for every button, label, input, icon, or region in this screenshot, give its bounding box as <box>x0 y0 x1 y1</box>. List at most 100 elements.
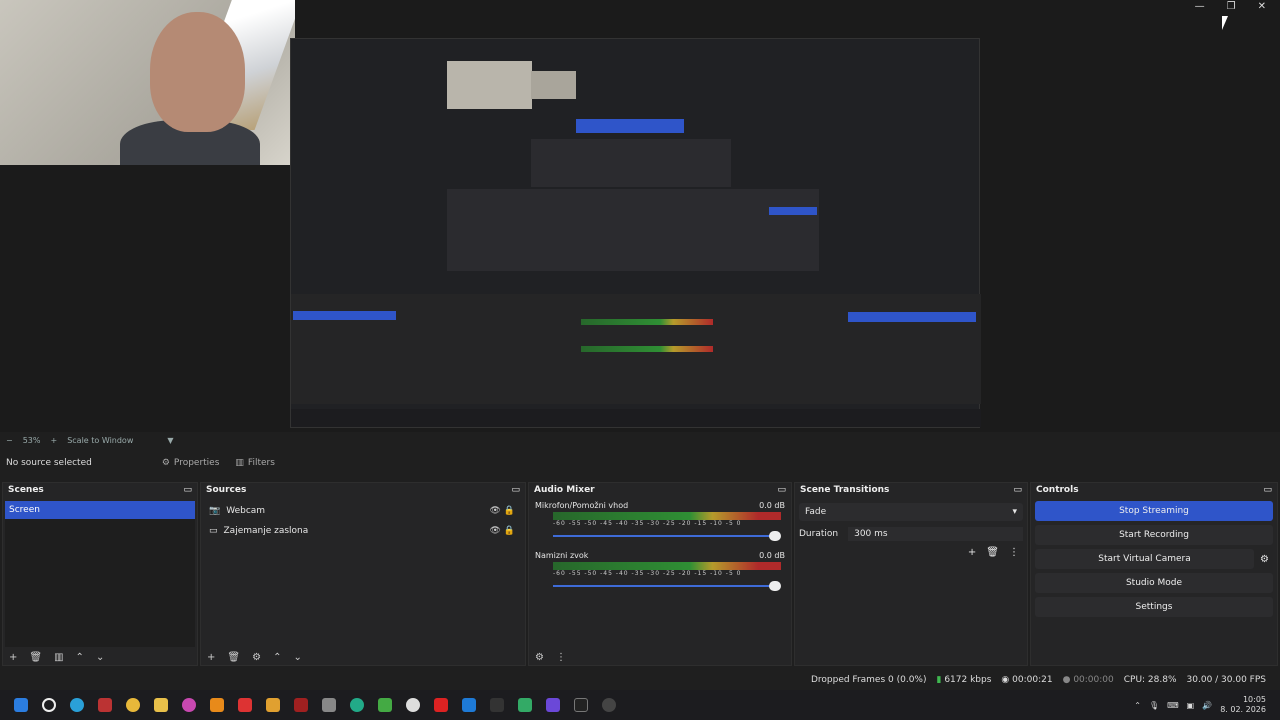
scenes-dock: Scenes ▭ Screen + 🗑 ▥ ⌃ ⌄ <box>2 482 198 666</box>
app-icon[interactable] <box>406 698 420 712</box>
dock-title: Scenes <box>8 485 44 495</box>
webcam-feed <box>0 0 295 165</box>
transition-select[interactable]: Fade ▾ <box>799 503 1023 521</box>
meter-ticks: -60 -55 -50 -45 -40 -35 -30 -25 -20 -15 … <box>553 570 742 577</box>
undock-icon[interactable]: ▭ <box>777 485 786 495</box>
app-icon[interactable] <box>294 698 308 712</box>
volume-icon[interactable]: 🔊 <box>1202 701 1212 710</box>
network-icon[interactable]: ▣ <box>1187 701 1195 710</box>
chevron-up-icon[interactable]: ⌃ <box>1134 701 1141 710</box>
volume-slider[interactable] <box>553 531 781 541</box>
stop-streaming-button[interactable]: Stop Streaming <box>1035 501 1273 521</box>
app-icon[interactable] <box>350 698 364 712</box>
file-explorer-icon[interactable] <box>154 698 168 712</box>
settings-button[interactable]: Settings <box>1035 597 1273 617</box>
close-icon[interactable]: ✕ <box>1258 0 1266 14</box>
app-icon[interactable] <box>490 698 504 712</box>
trash-icon[interactable]: 🗑 <box>29 652 42 663</box>
arrow-up-icon[interactable]: ⌃ <box>273 652 281 663</box>
source-item-screen-capture[interactable]: ▭ Zajemanje zaslona 👁 🔒 <box>203 521 523 541</box>
app-icon[interactable] <box>462 698 476 712</box>
trash-icon[interactable]: 🗑 <box>986 547 999 558</box>
duration-input[interactable]: 300 ms <box>848 527 1023 541</box>
filter-icon[interactable]: ▥ <box>54 652 63 663</box>
dock-title: Scene Transitions <box>800 485 890 495</box>
nested-obs-window <box>290 38 981 428</box>
visibility-eye-icon[interactable]: 👁 🔒 <box>490 506 516 516</box>
scene-item-screen[interactable]: Screen <box>5 501 195 519</box>
arrow-up-icon[interactable]: ⌃ <box>76 652 84 663</box>
taskbar: ⌃ 🎙 ⌨ ▣ 🔊 10:05 8. 02. 2026 <box>0 690 1280 720</box>
trash-icon[interactable]: 🗑 <box>227 652 240 663</box>
zoom-level: 53% <box>22 435 41 445</box>
undock-icon[interactable]: ▭ <box>1263 485 1272 495</box>
undock-icon[interactable]: ▭ <box>511 485 520 495</box>
sources-dock: Sources ▭ 📷 Webcam 👁 🔒 ▭ Zajemanje zaslon… <box>200 482 526 666</box>
gear-icon[interactable]: ⚙ <box>1260 554 1269 565</box>
system-tray: ⌃ 🎙 ⌨ ▣ 🔊 10:05 8. 02. 2026 <box>1134 695 1280 715</box>
obs-icon[interactable] <box>602 698 616 712</box>
edge-icon[interactable] <box>70 698 84 712</box>
minimize-icon[interactable]: — <box>1195 0 1205 14</box>
controls-dock: Controls ▭ Stop Streaming Start Recording… <box>1030 482 1278 666</box>
gear-icon: ⚙ <box>161 458 170 468</box>
visibility-eye-icon[interactable]: 👁 🔒 <box>490 526 516 536</box>
start-recording-button[interactable]: Start Recording <box>1035 525 1273 545</box>
terminal-icon[interactable] <box>574 698 588 712</box>
search-icon[interactable] <box>42 698 56 712</box>
stream-time: ◉ 00:00:21 <box>1001 675 1053 685</box>
audio-mixer-dock: Audio Mixer ▭ Mikrofon/Pomožni vhod 0.0 d… <box>528 482 792 666</box>
filter-icon: ▥ <box>235 458 244 468</box>
more-options-icon[interactable]: ⋮ <box>1009 547 1019 558</box>
arrow-down-icon[interactable]: ⌄ <box>96 652 104 663</box>
mixer-settings-icon[interactable]: ⚙ <box>535 652 544 663</box>
vlc-icon[interactable] <box>210 698 224 712</box>
app-icon[interactable] <box>98 698 112 712</box>
undock-icon[interactable]: ▭ <box>1013 485 1022 495</box>
chrome-icon[interactable] <box>126 698 140 712</box>
window-controls: — ❐ ✕ <box>1180 0 1280 14</box>
app-icon[interactable] <box>434 698 448 712</box>
filters-button[interactable]: ▥ Filters <box>235 458 275 468</box>
properties-button[interactable]: ⚙ Properties <box>162 458 220 468</box>
record-icon: ● <box>1062 675 1071 685</box>
maximize-icon[interactable]: ❐ <box>1227 0 1236 14</box>
no-source-label: No source selected <box>6 458 92 468</box>
app-icon[interactable] <box>266 698 280 712</box>
arrow-down-icon[interactable]: ⌄ <box>293 652 301 663</box>
app-icon[interactable] <box>518 698 532 712</box>
channel-db: 0.0 dB <box>759 551 785 560</box>
keyboard-icon[interactable]: ⌨ <box>1167 701 1179 710</box>
fps: 30.00 / 30.00 FPS <box>1186 675 1266 685</box>
preview-canvas[interactable] <box>0 0 1280 432</box>
bitrate: ▮ 6172 kbps <box>936 675 992 685</box>
zoom-in-icon[interactable]: + <box>50 436 57 445</box>
chevron-down-icon[interactable]: ▼ <box>167 436 173 445</box>
app-icon[interactable] <box>238 698 252 712</box>
scene-transitions-dock: Scene Transitions ▭ Fade ▾ Duration 300 ms… <box>794 482 1028 666</box>
gear-icon[interactable]: ⚙ <box>252 652 261 663</box>
microphone-icon[interactable]: 🎙 <box>1149 701 1159 710</box>
zoom-out-icon[interactable]: − <box>6 436 13 445</box>
app-icon[interactable] <box>378 698 392 712</box>
undock-icon[interactable]: ▭ <box>183 485 192 495</box>
source-item-webcam[interactable]: 📷 Webcam 👁 🔒 <box>203 501 523 521</box>
volume-slider[interactable] <box>553 581 781 591</box>
more-options-icon[interactable]: ⋮ <box>556 652 566 663</box>
start-virtual-camera-button[interactable]: Start Virtual Camera <box>1035 549 1255 569</box>
clock[interactable]: 10:05 8. 02. 2026 <box>1220 695 1266 715</box>
add-icon[interactable]: + <box>9 652 17 663</box>
chevron-down-icon: ▾ <box>1012 507 1017 517</box>
add-icon[interactable]: + <box>207 652 215 663</box>
volume-meter <box>553 512 781 520</box>
app-icon[interactable] <box>546 698 560 712</box>
dock-title: Sources <box>206 485 247 495</box>
app-icon[interactable] <box>182 698 196 712</box>
studio-mode-button[interactable]: Studio Mode <box>1035 573 1273 593</box>
app-icon[interactable] <box>322 698 336 712</box>
dock-title: Controls <box>1036 485 1079 495</box>
add-icon[interactable]: + <box>968 547 976 558</box>
windows-start-icon[interactable] <box>14 698 28 712</box>
scale-mode[interactable]: Scale to Window <box>67 436 133 445</box>
record-time: ● 00:00:00 <box>1062 675 1114 685</box>
